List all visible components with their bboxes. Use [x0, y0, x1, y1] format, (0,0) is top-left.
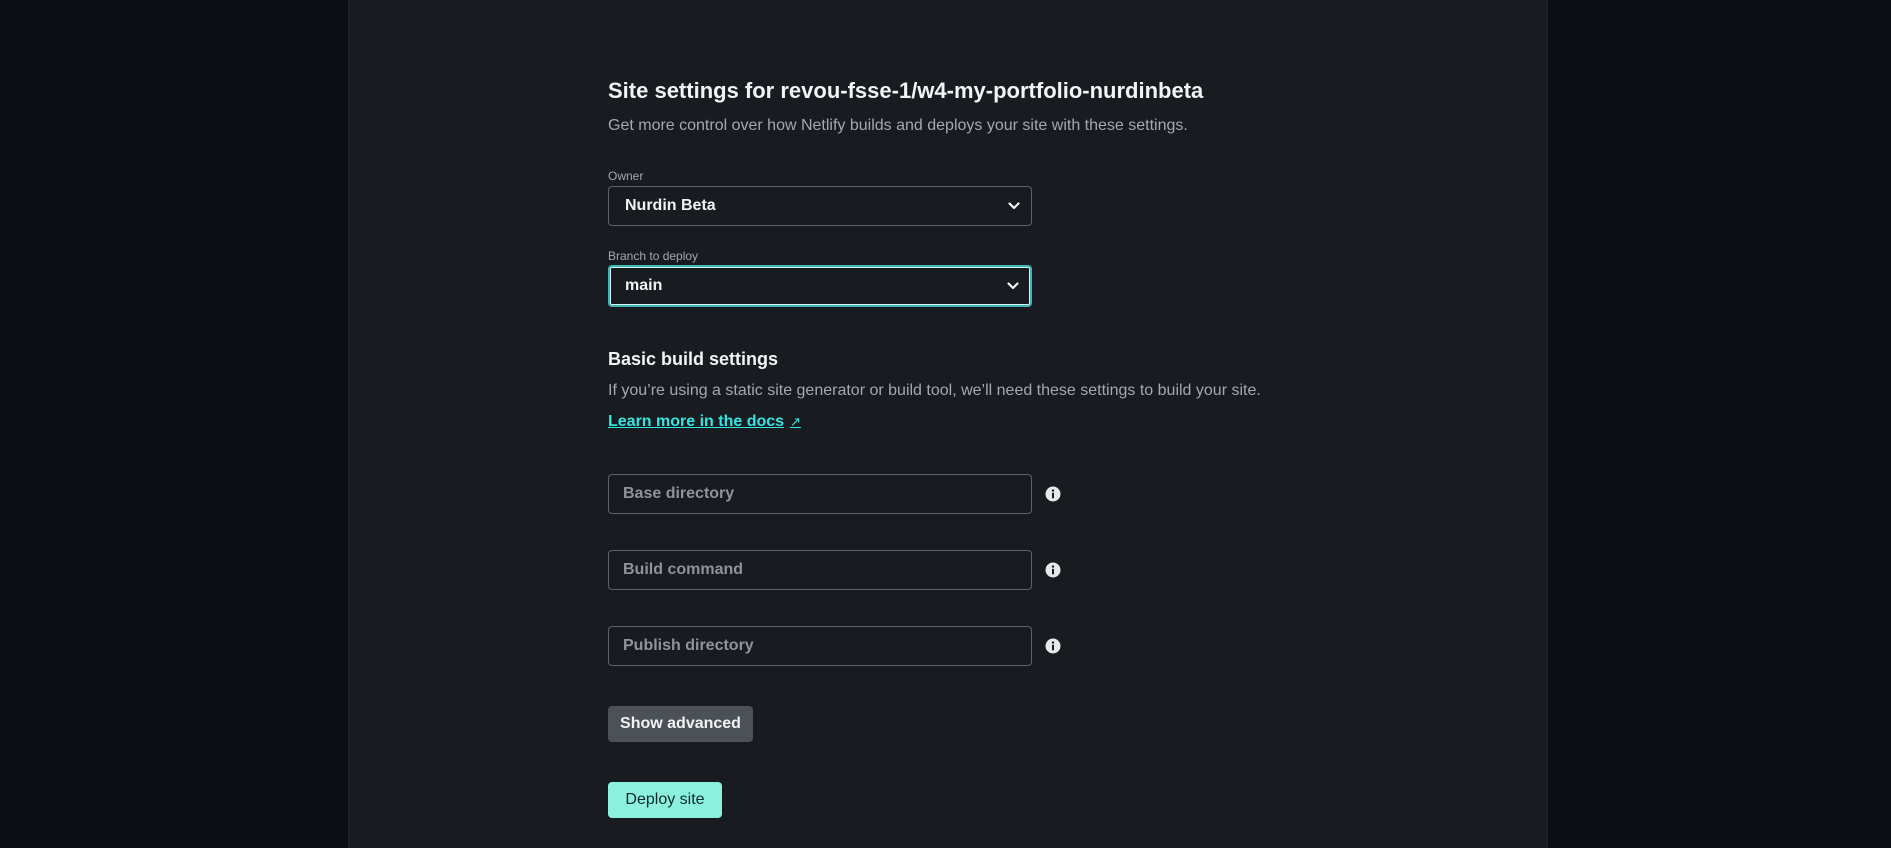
chevron-down-icon — [1008, 202, 1020, 210]
settings-panel: Site settings for revou-fsse-1/w4-my-por… — [348, 0, 1548, 848]
info-icon[interactable] — [1045, 638, 1061, 654]
info-icon[interactable] — [1045, 562, 1061, 578]
build-command-input[interactable] — [608, 550, 1032, 590]
deploy-site-button[interactable]: Deploy site — [608, 782, 722, 818]
info-icon[interactable] — [1045, 486, 1061, 502]
show-advanced-button[interactable]: Show advanced — [608, 706, 753, 742]
build-settings-title: Basic build settings — [608, 349, 779, 369]
build-settings-description: If you’re using a static site generator … — [608, 382, 1261, 399]
chevron-down-icon — [1007, 282, 1019, 290]
branch-label: Branch to deploy — [608, 249, 699, 263]
page-title: Site settings for revou-fsse-1/w4-my-por… — [608, 78, 1204, 103]
external-link-icon: ↗ — [790, 414, 801, 429]
owner-select-value: Nurdin Beta — [625, 197, 716, 214]
owner-select[interactable]: Nurdin Beta — [608, 186, 1032, 226]
branch-select[interactable]: main — [608, 265, 1032, 307]
branch-select-value: main — [625, 277, 663, 294]
publish-directory-input[interactable] — [608, 626, 1032, 666]
page: Site settings for revou-fsse-1/w4-my-por… — [0, 0, 1891, 848]
owner-label: Owner — [608, 169, 644, 183]
docs-link-label: Learn more in the docs — [608, 413, 785, 430]
base-directory-input[interactable] — [608, 474, 1032, 514]
docs-link[interactable]: Learn more in the docs ↗ — [608, 413, 801, 431]
page-subtitle: Get more control over how Netlify builds… — [608, 117, 1188, 134]
